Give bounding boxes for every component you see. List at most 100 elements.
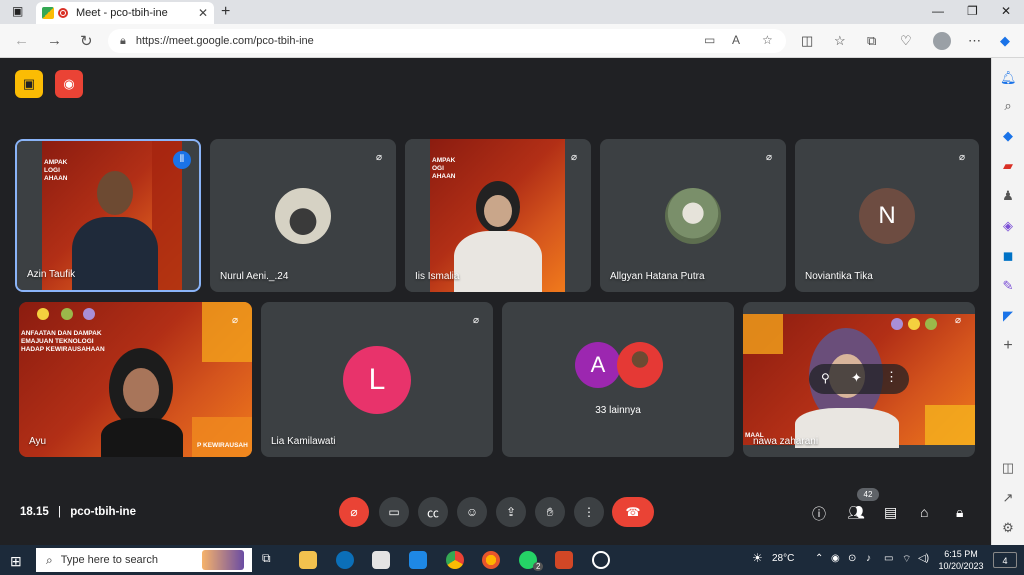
more-options-button[interactable]: ⋮ [574,497,604,527]
minimize-icon[interactable]: — [932,4,944,18]
participant-tile-nawa[interactable]: MAAL ⚲ ✦ ⋮ ⌀ nawa zaharani [743,302,975,457]
tile-more-options-icon[interactable]: ⋮ [885,369,898,385]
taskbar-search-box[interactable]: ⌕ Type here to search [36,548,252,572]
participant-tile-ayu[interactable]: ANFAATAN DAN DAMPAK EMAJUAN TEKNOLOGI HA… [19,302,252,457]
browser-tab-meet[interactable]: Meet - pco-tbih-ine ✕ [36,2,214,24]
captions-button[interactable]: ㏄ [418,497,448,527]
close-window-icon[interactable]: ✕ [1001,4,1011,18]
collections-icon[interactable]: ⧉ [867,33,876,49]
meeting-time: 18.15 [20,506,49,518]
chat-icon[interactable]: ▤ [884,504,897,521]
designer-icon[interactable]: ✎ [1000,278,1016,294]
mic-off-icon: ⌀ [350,505,358,519]
camera-permission-icon[interactable]: ▭ [704,33,715,47]
favorites-icon[interactable]: ☆ [834,33,846,49]
pin-icon[interactable]: ⚲ [821,371,830,385]
battery-icon[interactable]: ▭ [884,553,893,564]
mic-off-icon: ⌀ [570,152,578,163]
profile-avatar[interactable] [933,32,951,50]
host-controls-icon[interactable]: 🔒︎ [956,504,963,521]
location-tray-icon[interactable]: ⊙ [848,553,856,564]
games-icon[interactable]: ♟ [1000,188,1016,204]
tag-icon[interactable]: ◆ [1000,128,1016,144]
hand-icon: ✋︎ [546,504,554,519]
notification-center-icon[interactable]: 4 [993,552,1017,568]
copilot-sidebar-icon[interactable]: ◈ [1000,218,1016,234]
meeting-code: pco-tbih-ine [70,506,136,518]
file-explorer-icon[interactable] [299,551,317,569]
participant-tile-nurul[interactable]: ⌀ Nurul Aeni._.24 [210,139,396,292]
mail-icon[interactable] [409,551,427,569]
copilot-icon[interactable]: ◆ [1000,33,1010,49]
forward-icon[interactable]: → [47,32,62,49]
read-aloud-icon[interactable]: A [732,33,740,47]
reactions-button[interactable]: ☺ [457,497,487,527]
windows-taskbar: ⊞ ⌕ Type here to search ⧉ 2 ☀︎ 28°C ⌃ ◉ … [0,545,1024,575]
participant-tile-allgyan[interactable]: ⌀ Allgyan Hatana Putra [600,139,786,292]
activities-icon[interactable]: ⌂ [920,504,928,520]
camera-toggle-button[interactable]: ▭ [379,497,409,527]
close-tab-icon[interactable]: ✕ [198,6,208,20]
effects-sparkle-icon[interactable]: ✦ [851,370,862,386]
browser-essentials-icon[interactable]: ♡ [900,33,912,49]
search-icon: ⌕ [46,552,53,567]
speaking-indicator-icon: ⦀ [173,151,191,169]
mic-off-icon: ⌀ [958,152,966,163]
tools-icon[interactable]: ▰ [1000,158,1016,174]
mic-toggle-button[interactable]: ⌀ [339,497,369,527]
lock-icon: 🔒︎ [120,34,126,47]
powerpoint-icon[interactable] [555,551,573,569]
participant-tile-azin[interactable]: AMPAK LOGI AHAAN ⦀ Azin Taufik [15,139,201,292]
maximize-icon[interactable]: ❐ [967,4,978,18]
show-hidden-icons[interactable]: ⌃ [815,553,823,564]
search-placeholder: Type here to search [60,554,158,566]
leave-call-button[interactable]: ☎︎ [612,497,654,527]
new-tab-icon[interactable]: + [221,3,230,21]
media-player-icon[interactable] [592,551,610,569]
recording-button-icon[interactable]: ◉ [55,70,83,98]
other-participant-photo [617,342,663,388]
edge-browser-icon[interactable] [336,551,354,569]
drop-icon[interactable]: ◤ [1000,308,1016,324]
split-screen-icon[interactable]: ◫ [801,33,813,49]
present-screen-button[interactable]: ⇪ [496,497,526,527]
task-view-icon[interactable]: ⧉ [262,551,280,569]
system-clock[interactable]: 6:15 PM 10/20/2023 [935,548,987,572]
microsoft-store-icon[interactable] [372,551,390,569]
chrome-icon[interactable] [446,551,464,569]
people-icon[interactable]: 👥︎ [847,504,865,521]
refresh-icon[interactable]: ↻ [80,32,93,50]
participant-tile-iis[interactable]: AMPAK OGI AHAAN ⌀ Iis Ismalia [405,139,591,292]
participant-video: ANFAATAN DAN DAMPAK EMAJUAN TEKNOLOGI HA… [19,302,252,457]
firefox-icon[interactable] [482,551,500,569]
meeting-details-icon[interactable]: ⓘ [812,504,826,524]
participant-tile-others[interactable]: A 33 lainnya [502,302,734,457]
hide-sidebar-icon[interactable]: ◫ [1000,460,1016,476]
external-link-icon[interactable]: ↗ [1000,490,1016,506]
search-icon[interactable]: ⌕ [1000,98,1016,114]
favorite-star-icon[interactable]: ☆ [762,33,773,47]
windows-start-icon[interactable]: ⊞ [10,553,22,570]
participant-name: Iis Ismalia [415,271,460,282]
microphone-tray-icon[interactable]: ♪ [866,553,871,564]
clock-time: 6:15 PM [944,549,978,559]
tab-actions-icon[interactable]: ▣ [12,4,23,18]
outlook-icon[interactable]: ◼ [1000,248,1016,264]
settings-gear-icon[interactable]: ⚙ [1000,520,1016,536]
camera-off-indicator-icon[interactable]: ▣ [15,70,43,98]
participant-tile-lia[interactable]: ⌀ L Lia Kamilawati [261,302,493,457]
more-menu-icon[interactable]: ⋯ [968,33,981,49]
notifications-icon[interactable]: 🔔︎ [1000,70,1017,86]
hang-up-icon: ☎︎ [625,505,641,519]
back-icon[interactable]: ← [14,32,29,49]
url-field[interactable]: 🔒︎ https://meet.google.com/pco-tbih-ine … [108,29,786,53]
add-sidebar-item-icon[interactable]: + [1000,338,1016,354]
wifi-icon[interactable]: ⌔ [902,553,911,566]
record-tray-icon[interactable]: ◉ [831,553,840,564]
participant-avatar [275,187,331,244]
raise-hand-button[interactable]: ✋︎ [535,497,565,527]
address-bar: ← → ↻ 🔒︎ https://meet.google.com/pco-tbi… [0,24,1024,58]
participant-tile-noviantika[interactable]: ⌀ N Noviantika Tika [795,139,979,292]
weather-icon[interactable]: ☀︎ [752,551,763,565]
volume-icon[interactable]: ◁) [918,553,929,564]
